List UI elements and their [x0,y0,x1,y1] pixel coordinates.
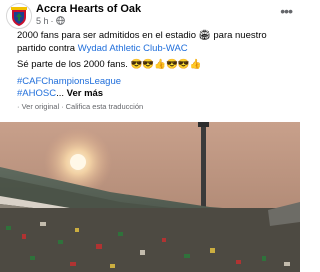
hashtag-line-2: #AHOSC... Ver más [17,88,295,101]
hashtag-line-1: #CAFChampionsLeague [17,76,295,89]
stadium-emoji: 🏟 [198,30,211,41]
ellipsis-text: ... [56,88,67,99]
page-name-link[interactable]: Accra Hearts of Oak [36,3,141,15]
post-paragraph-2: Sé parte de los 2000 fans. 😎😎👍😎😎👍 [17,59,202,70]
post-text-segment: 2000 fans para ser admitidos en el estad… [17,30,199,41]
see-original-link[interactable]: Ver original [22,102,60,111]
stadium-crowd-image [0,122,300,272]
hashtag-ahosc-link[interactable]: #AHOSC [17,88,56,99]
post-photo[interactable] [0,122,300,272]
post-paragraph-1: 2000 fans para ser admitidos en el estad… [17,30,295,55]
translation-row: · Ver original · Califica esta traducción [17,102,143,111]
club-crest-icon [7,4,31,28]
post-header: Accra Hearts of Oak 5 h · ••• [0,0,300,29]
dot-separator: · [61,102,64,111]
rate-translation-link[interactable]: Califica esta traducción [66,102,144,111]
dot-separator: · [17,102,20,111]
post-meta: 5 h · [36,16,65,26]
club-crest-avatar[interactable] [6,3,32,29]
post-time[interactable]: 5 h [36,16,49,26]
see-more-link[interactable]: Ver más [67,88,103,99]
meta-separator: · [50,16,54,26]
globe-icon[interactable] [55,16,65,25]
wydad-mention-link[interactable]: Wydad Athletic Club-WAC [78,43,188,54]
hashtag-caf-link[interactable]: #CAFChampionsLeague [17,76,121,87]
more-horizontal-icon[interactable]: ••• [280,4,293,18]
post-text: 2000 fans para ser admitidos en el estad… [17,30,295,101]
